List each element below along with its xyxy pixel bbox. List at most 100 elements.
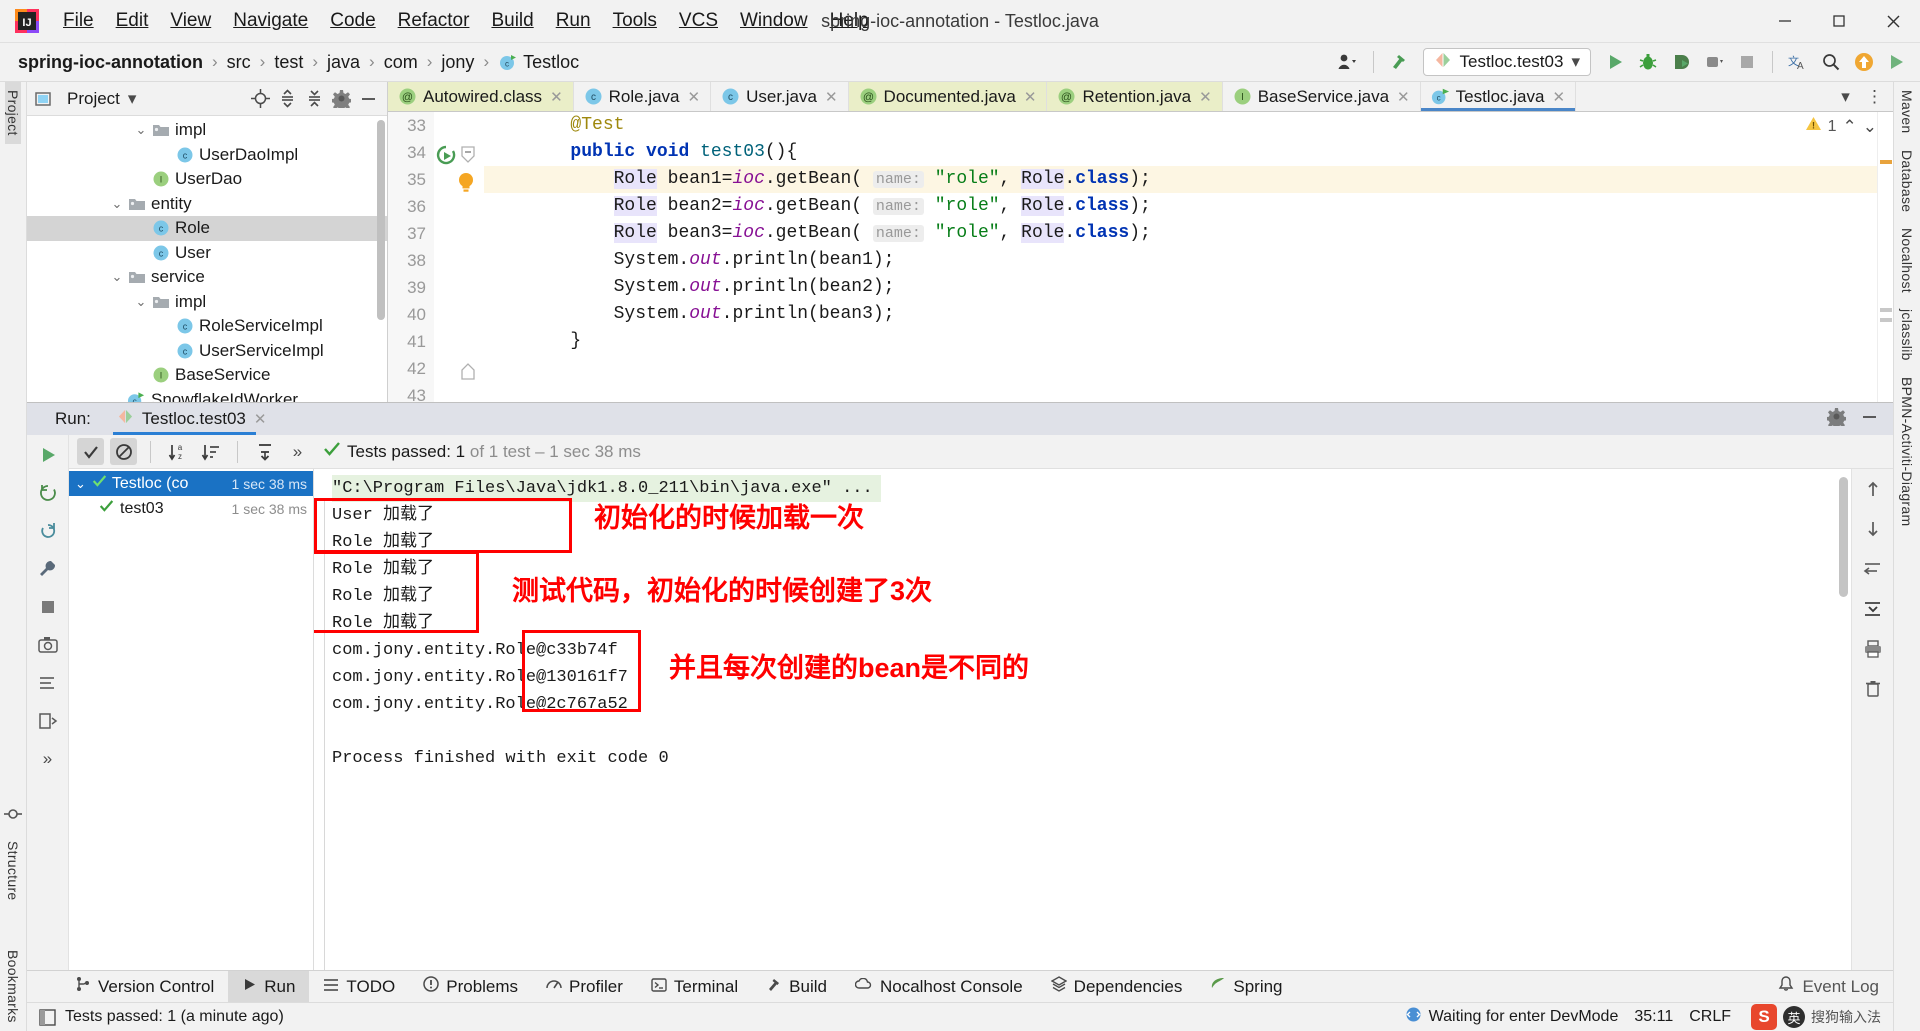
toolwindow-build[interactable]: Build (752, 971, 841, 1003)
tree-node-entity[interactable]: ⌄ entity (27, 192, 387, 217)
update-project-icon[interactable] (1849, 47, 1879, 77)
menu-refactor[interactable]: Refactor (387, 7, 481, 35)
hide-panel-icon[interactable] (1860, 407, 1879, 431)
menu-build[interactable]: Build (480, 7, 544, 35)
run-tab-testloc[interactable]: Testloc.test03 ✕ (112, 403, 271, 435)
run-test-gutter-icon[interactable] (436, 145, 456, 170)
gear-icon[interactable] (329, 86, 354, 111)
test-tree-row-test03[interactable]: test03 1 sec 38 ms (69, 496, 313, 521)
editor-tab-baseservice-java[interactable]: I BaseService.java ✕ (1222, 82, 1421, 111)
rail-button-maven[interactable]: Maven (1899, 82, 1915, 142)
layout-toggle-icon[interactable] (37, 1007, 57, 1027)
rerun-button[interactable] (34, 441, 62, 469)
toolwindow-dependencies[interactable]: Dependencies (1037, 971, 1197, 1003)
next-highlight-icon[interactable]: ⌄ (1863, 117, 1877, 137)
code-line[interactable]: Role bean3=ioc.getBean( name: "role", Ro… (484, 220, 1877, 247)
chevron-down-icon[interactable]: ⌄ (131, 122, 151, 138)
scroll-from-source-icon[interactable] (248, 86, 273, 111)
code-line[interactable]: public void test03(){ (484, 139, 1877, 166)
tree-node-user[interactable]: c User (27, 241, 387, 266)
menu-navigate[interactable]: Navigate (222, 7, 319, 35)
rerun-failed-icon[interactable] (34, 479, 62, 507)
code-line[interactable]: System.out.println(bean2); (484, 274, 1877, 301)
prev-highlight-icon[interactable]: ⌃ (1843, 117, 1857, 137)
settings-wrench-icon[interactable] (34, 555, 62, 583)
editor-marker-gutter[interactable] (434, 112, 484, 402)
toolwindow-version-control[interactable]: Version Control (61, 971, 228, 1003)
stop-button[interactable] (34, 593, 62, 621)
hide-panel-icon[interactable] (356, 86, 381, 111)
close-icon[interactable]: ✕ (688, 88, 701, 106)
error-stripe-marker[interactable] (1880, 318, 1892, 322)
scroll-down-icon[interactable] (1859, 515, 1887, 543)
more-actions-icon[interactable]: » (34, 745, 62, 773)
menu-tools[interactable]: Tools (602, 7, 668, 35)
debug-button[interactable] (1633, 47, 1663, 77)
run-anything-icon[interactable] (1882, 47, 1912, 77)
tree-node-role[interactable]: c Role (27, 216, 387, 241)
editor-inspection-widget[interactable]: ! 1 ⌃ ⌄ (1805, 116, 1877, 137)
commit-icon[interactable] (2, 803, 25, 826)
code-folding-icon[interactable] (460, 362, 476, 385)
test-tree-row-testloc[interactable]: ⌄ Testloc (co 1 sec 38 ms (69, 471, 313, 496)
toolwindow-profiler[interactable]: Profiler (532, 971, 637, 1003)
toolwindow-run[interactable]: Run (228, 970, 310, 1003)
chevron-down-icon[interactable]: ⌄ (107, 196, 127, 212)
tab-list-chevron-icon[interactable]: ▾ (1833, 84, 1858, 109)
close-icon[interactable]: ✕ (1552, 88, 1565, 106)
breadcrumb-item-testloc[interactable]: c Testloc (498, 52, 579, 73)
breadcrumb-item-src[interactable]: src (227, 52, 251, 73)
editor-tab-role-java[interactable]: c Role.java ✕ (573, 82, 712, 111)
editor-options-icon[interactable]: ⋮ (1862, 84, 1887, 109)
code-line[interactable] (484, 382, 1877, 402)
rail-button-project[interactable]: Project (5, 82, 21, 144)
menu-edit[interactable]: Edit (105, 7, 160, 35)
stop-button[interactable] (1732, 47, 1762, 77)
code-folding-icon[interactable] (460, 146, 476, 169)
editor-tab-documented-java[interactable]: @ Documented.java ✕ (848, 82, 1048, 111)
rail-button-bookmarks[interactable]: Bookmarks (5, 942, 21, 1031)
code-line[interactable]: Role bean2=ioc.getBean( name: "role", Ro… (484, 193, 1877, 220)
code-line[interactable]: System.out.println(bean3); (484, 301, 1877, 328)
rail-button-jclasslib[interactable]: jclasslib (1899, 301, 1915, 369)
minimize-button[interactable] (1758, 0, 1812, 43)
show-passed-toggle[interactable] (77, 438, 104, 465)
run-configuration-selector[interactable]: Testloc.test03 ▾ (1422, 48, 1591, 76)
code-text-area[interactable]: @Test public void test03(){ Role bean1=i… (484, 112, 1877, 402)
breadcrumb-item-com[interactable]: com (384, 52, 418, 73)
editor-tab-autowired-class[interactable]: @ Autowired.class ✕ (388, 82, 574, 111)
soft-wrap-icon[interactable] (1859, 555, 1887, 583)
menu-view[interactable]: View (159, 7, 222, 35)
user-account-icon[interactable] (1333, 47, 1363, 77)
tree-node-impl[interactable]: ⌄ impl (27, 118, 387, 143)
toolwindow-todo[interactable]: TODO (309, 971, 409, 1003)
maximize-button[interactable] (1812, 0, 1866, 43)
project-tree-scrollbar[interactable] (377, 120, 385, 320)
breadcrumb-item-test[interactable]: test (274, 52, 303, 73)
chevron-down-icon[interactable]: ⌄ (131, 294, 151, 310)
tree-node-service[interactable]: ⌄ service (27, 265, 387, 290)
sort-by-duration-icon[interactable] (197, 438, 224, 465)
tree-node-roleserviceimpl[interactable]: c RoleServiceImpl (27, 314, 387, 339)
rail-button-nocalhost[interactable]: Nocalhost (1899, 220, 1915, 301)
menu-code[interactable]: Code (319, 7, 386, 35)
rail-button-bpmn[interactable]: BPMN-Activiti-Diagram (1899, 369, 1915, 534)
toolwindow-terminal[interactable]: Terminal (637, 971, 752, 1003)
menu-run[interactable]: Run (545, 7, 602, 35)
tree-node-baseservice[interactable]: I BaseService (27, 363, 387, 388)
ime-indicator[interactable]: S 英 搜狗输入法 (1747, 1004, 1885, 1030)
rerun-auto-icon[interactable] (34, 517, 62, 545)
editor-error-stripe[interactable] (1877, 112, 1893, 402)
chevron-down-icon[interactable]: ▾ (128, 89, 137, 109)
translate-icon[interactable]: 文A (1783, 47, 1813, 77)
code-line[interactable]: } (484, 328, 1877, 355)
code-line[interactable]: @Test (484, 112, 1877, 139)
breadcrumb-item-jony[interactable]: jony (441, 52, 474, 73)
tree-node-impl[interactable]: ⌄ impl (27, 290, 387, 315)
devmode-status[interactable]: Waiting for enter DevMode (1405, 1006, 1618, 1028)
screenshot-icon[interactable] (34, 631, 62, 659)
close-icon[interactable]: ✕ (1397, 88, 1410, 106)
toolwindow-spring[interactable]: Spring (1196, 971, 1296, 1003)
menu-help[interactable]: Help (819, 7, 880, 35)
rail-button-database[interactable]: Database (1899, 142, 1915, 220)
